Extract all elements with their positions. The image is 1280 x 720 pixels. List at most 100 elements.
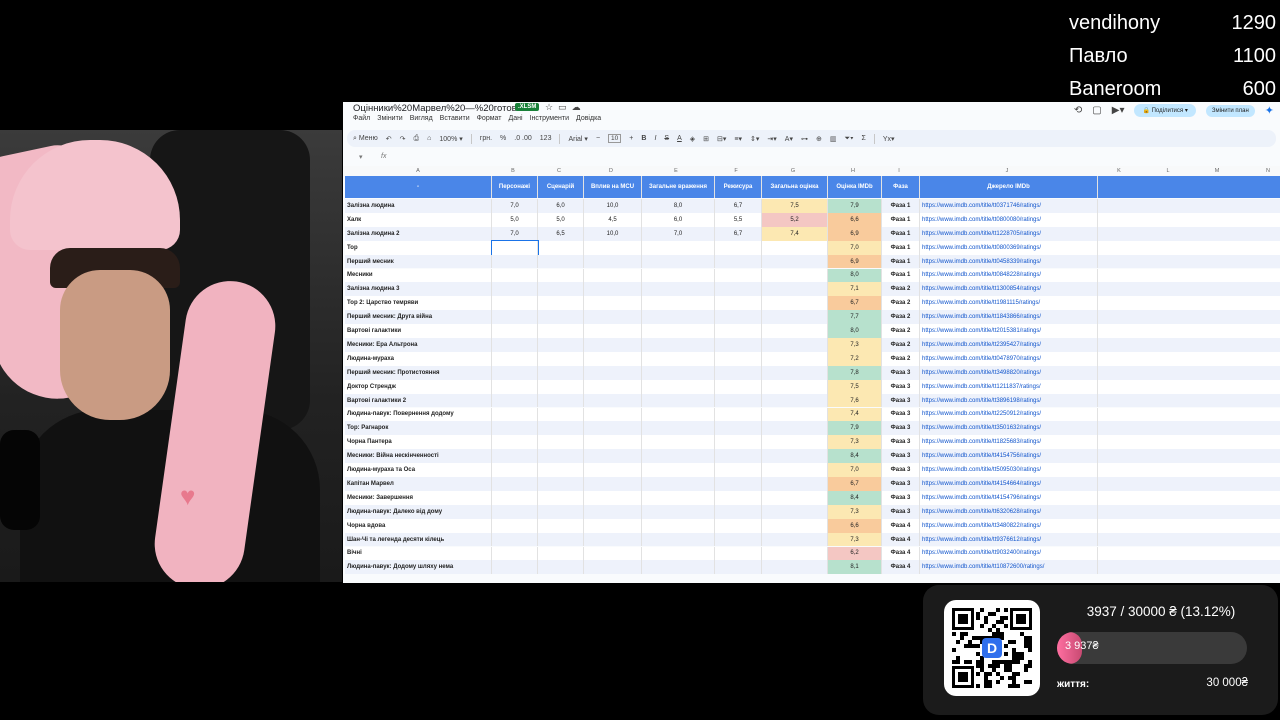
score-cell[interactable] (642, 463, 715, 477)
imdb-link-cell[interactable]: https://www.imdb.com/title/tt1825683/rat… (920, 435, 1098, 450)
menu-item[interactable]: Файл (353, 115, 370, 122)
score-cell[interactable] (642, 324, 715, 338)
score-cell[interactable] (642, 504, 715, 519)
score-cell[interactable]: 7,0 (492, 226, 538, 241)
imdb-score-cell[interactable]: 8,4 (828, 490, 882, 505)
score-cell[interactable]: 4,5 (584, 212, 642, 227)
filter-icon[interactable]: ⏷▾ (844, 135, 853, 143)
score-cell[interactable] (642, 393, 715, 408)
imdb-score-cell[interactable]: 6,9 (828, 254, 882, 269)
score-cell[interactable] (491, 239, 539, 256)
column-letter[interactable]: H (848, 168, 858, 174)
score-cell[interactable] (584, 407, 642, 422)
score-cell[interactable] (584, 546, 642, 561)
imdb-score-cell[interactable]: 7,7 (828, 310, 882, 325)
score-cell[interactable] (715, 296, 762, 311)
font-decrease-button[interactable]: − (596, 135, 600, 142)
column-letter[interactable]: C (554, 168, 564, 174)
phase-cell[interactable]: Фаза 4 (882, 546, 920, 561)
phase-cell[interactable]: Фаза 1 (882, 240, 920, 255)
wrap-icon[interactable]: ⇥▾ (767, 135, 776, 143)
imdb-score-cell[interactable]: 7,1 (828, 282, 882, 297)
score-cell[interactable] (538, 504, 584, 519)
menu-item[interactable]: Змінити (377, 115, 403, 122)
score-cell[interactable] (584, 365, 642, 380)
score-cell[interactable]: 5,2 (762, 212, 828, 227)
score-cell[interactable] (538, 240, 584, 255)
score-cell[interactable] (762, 338, 828, 352)
phase-cell[interactable]: Фаза 1 (882, 212, 920, 227)
column-header[interactable]: Фаза (882, 176, 920, 198)
score-cell[interactable] (642, 435, 715, 450)
film-name-cell[interactable]: Людина-павук: Далеко від дому (345, 504, 492, 519)
score-cell[interactable] (584, 435, 642, 450)
imdb-link-cell[interactable]: https://www.imdb.com/title/tt9032400/rat… (920, 546, 1098, 561)
score-cell[interactable] (538, 421, 584, 436)
score-cell[interactable] (642, 310, 715, 325)
score-cell[interactable] (762, 296, 828, 311)
change-plan-button[interactable]: Змінити план (1205, 104, 1255, 117)
score-cell[interactable] (538, 393, 584, 408)
score-cell[interactable] (642, 490, 715, 505)
score-cell[interactable] (715, 504, 762, 519)
film-name-cell[interactable]: Залізна людина (345, 199, 492, 213)
valign-icon[interactable]: ⇕▾ (750, 135, 759, 143)
imdb-link-cell[interactable]: https://www.imdb.com/title/tt0371746/rat… (920, 199, 1098, 213)
score-cell[interactable] (762, 268, 828, 283)
score-cell[interactable] (538, 282, 584, 297)
score-cell[interactable] (538, 296, 584, 311)
score-cell[interactable]: 6,0 (642, 212, 715, 227)
score-cell[interactable] (584, 421, 642, 436)
score-cell[interactable]: 7,4 (762, 226, 828, 241)
score-cell[interactable] (642, 477, 715, 491)
film-name-cell[interactable]: Вартові галактики 2 (345, 393, 492, 408)
menu-item[interactable]: Вставити (440, 115, 470, 122)
score-cell[interactable] (762, 351, 828, 366)
imdb-link-cell[interactable]: https://www.imdb.com/title/tt3896198/rat… (920, 393, 1098, 408)
phase-cell[interactable]: Фаза 3 (882, 393, 920, 408)
score-cell[interactable]: 8,0 (642, 199, 715, 213)
merge-icon[interactable]: ⊟▾ (717, 135, 726, 143)
phase-cell[interactable]: Фаза 3 (882, 504, 920, 519)
history-icon[interactable]: ⟲ (1074, 105, 1082, 116)
film-name-cell[interactable]: Шан-Чі та легенда десяти кілець (345, 532, 492, 547)
score-cell[interactable] (642, 268, 715, 283)
column-letter[interactable]: E (671, 168, 681, 174)
column-letter[interactable]: G (788, 168, 798, 174)
zoom-select[interactable]: 100% ▾ (439, 135, 462, 143)
imdb-link-cell[interactable]: https://www.imdb.com/title/tt0848228/rat… (920, 268, 1098, 283)
rotate-icon[interactable]: A▾ (785, 135, 793, 143)
score-cell[interactable] (538, 532, 584, 547)
score-cell[interactable] (538, 546, 584, 561)
column-letter[interactable]: J (1002, 168, 1012, 174)
italic-button[interactable]: I (654, 135, 656, 142)
score-cell[interactable]: 7,0 (642, 226, 715, 241)
score-cell[interactable] (584, 449, 642, 464)
score-cell[interactable] (492, 477, 538, 491)
score-cell[interactable] (584, 240, 642, 255)
score-cell[interactable] (642, 351, 715, 366)
phase-cell[interactable]: Фаза 2 (882, 282, 920, 297)
score-cell[interactable] (584, 504, 642, 519)
document-title[interactable]: Оцінники%20Марвел%20—%20готово (353, 103, 522, 114)
menu-search[interactable]: ⌕ Меню (353, 135, 378, 143)
percent-button[interactable]: % (500, 135, 506, 142)
meet-icon[interactable]: ▶▾ (1112, 105, 1125, 116)
menu-item[interactable]: Дані (508, 115, 522, 122)
score-cell[interactable]: 6,7 (715, 199, 762, 213)
imdb-link-cell[interactable]: https://www.imdb.com/title/tt1981115/rat… (920, 296, 1098, 311)
film-name-cell[interactable]: Перший месник (345, 254, 492, 269)
imdb-link-cell[interactable]: https://www.imdb.com/title/tt6320628/rat… (920, 504, 1098, 519)
score-cell[interactable] (538, 477, 584, 491)
score-cell[interactable] (642, 449, 715, 464)
score-cell[interactable] (762, 449, 828, 464)
imdb-link-cell[interactable]: https://www.imdb.com/title/tt3480822/rat… (920, 518, 1098, 533)
column-letter[interactable]: L (1163, 168, 1173, 174)
score-cell[interactable] (762, 518, 828, 533)
score-cell[interactable] (584, 518, 642, 533)
film-name-cell[interactable]: Халк (345, 212, 492, 227)
phase-cell[interactable]: Фаза 3 (882, 490, 920, 505)
score-cell[interactable] (715, 421, 762, 436)
score-cell[interactable] (584, 254, 642, 269)
score-cell[interactable] (715, 379, 762, 394)
